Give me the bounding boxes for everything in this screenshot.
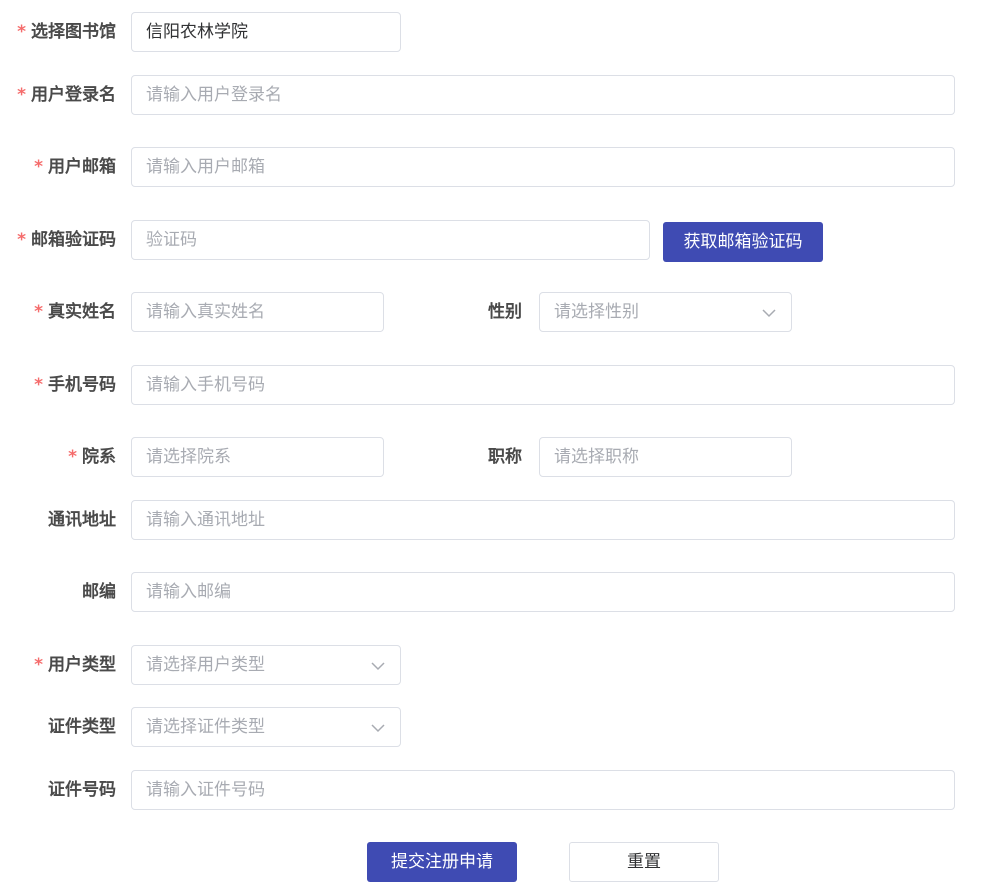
gender-label: 性别 <box>488 302 522 322</box>
chevron-down-icon <box>371 662 385 671</box>
library-select[interactable]: 信阳农林学院 <box>131 12 401 52</box>
get-email-code-button[interactable]: 获取邮箱验证码 <box>663 222 823 262</box>
chevron-down-icon <box>762 309 776 318</box>
id-type-select[interactable]: 请选择证件类型 <box>131 707 401 747</box>
id-type-label: 证件类型 <box>48 717 116 737</box>
title-label: 职称 <box>488 447 522 467</box>
login-name-input[interactable]: 请输入用户登录名 <box>131 75 955 115</box>
email-code-input[interactable]: 验证码 <box>131 220 650 260</box>
department-select[interactable]: 请选择院系 <box>131 437 384 477</box>
postcode-label: 邮编 <box>82 582 116 602</box>
submit-registration-button[interactable]: 提交注册申请 <box>367 842 517 882</box>
reset-button[interactable]: 重置 <box>569 842 719 882</box>
gender-select[interactable]: 请选择性别 <box>539 292 792 332</box>
email-label: * 用户邮箱 <box>34 157 116 177</box>
id-number-input[interactable]: 请输入证件号码 <box>131 770 955 810</box>
login-name-label: * 用户登录名 <box>17 85 116 105</box>
department-label: * 院系 <box>68 447 116 467</box>
postcode-input[interactable]: 请输入邮编 <box>131 572 955 612</box>
email-code-label: * 邮箱验证码 <box>17 230 116 250</box>
user-type-label: * 用户类型 <box>34 655 116 675</box>
user-type-select[interactable]: 请选择用户类型 <box>131 645 401 685</box>
real-name-input[interactable]: 请输入真实姓名 <box>131 292 384 332</box>
phone-label: * 手机号码 <box>34 375 116 395</box>
library-label: * 选择图书馆 <box>17 22 116 42</box>
title-select[interactable]: 请选择职称 <box>539 437 792 477</box>
phone-input[interactable]: 请输入手机号码 <box>131 365 955 405</box>
real-name-label: * 真实姓名 <box>34 302 116 322</box>
address-label: 通讯地址 <box>48 510 116 530</box>
chevron-down-icon <box>371 724 385 733</box>
email-input[interactable]: 请输入用户邮箱 <box>131 147 955 187</box>
id-number-label: 证件号码 <box>48 780 116 800</box>
address-input[interactable]: 请输入通讯地址 <box>131 500 955 540</box>
